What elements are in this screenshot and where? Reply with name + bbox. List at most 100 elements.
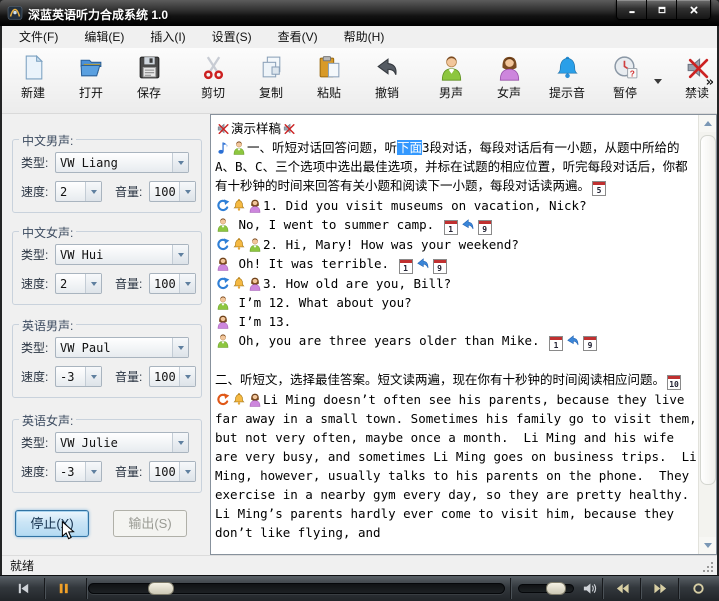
progress-slider-thumb[interactable] <box>148 582 174 595</box>
editor-scrollbar[interactable] <box>698 115 716 554</box>
editor-text-area[interactable]: 演示样稿一、听短对话回答问题，听下面3段对话，每段对话后有一小题，从题中所给的A… <box>210 114 717 555</box>
close-button[interactable] <box>676 0 710 19</box>
english-female-title: 英语女声: <box>19 412 76 429</box>
chinese-male-volume-select-value: 100 <box>150 182 179 201</box>
voice-panel-english-male: 英语男声:类型:VW Paul速度:-3音量:100 <box>12 324 202 398</box>
dropdown-arrow-icon[interactable] <box>172 433 188 452</box>
status-text: 就绪 <box>2 559 34 573</box>
dropdown-arrow-icon[interactable] <box>172 245 188 264</box>
dropdown-arrow-icon[interactable] <box>172 153 188 172</box>
chinese-male-speed-select[interactable]: 2 <box>55 181 102 202</box>
dropdown-arrow-icon[interactable] <box>179 274 195 293</box>
toolbar-copy-button[interactable]: 复制 <box>242 51 300 101</box>
player-speaker-button[interactable] <box>578 578 600 598</box>
toolbar-undo-button[interactable]: 撤销 <box>358 51 416 101</box>
volume-slider-thumb[interactable] <box>546 582 566 595</box>
chinese-female-type-select[interactable]: VW Hui <box>55 244 189 265</box>
pause-tag-value: 10 <box>668 380 680 389</box>
menu-item-help[interactable]: 帮助(H) <box>331 26 398 48</box>
chinese-male-volume-select[interactable]: 100 <box>149 181 196 202</box>
chinese-male-type-label: 类型: <box>21 154 55 171</box>
scrollbar-thumb[interactable] <box>700 135 716 485</box>
dropdown-arrow-icon[interactable] <box>179 367 195 386</box>
pause-tag: 5 <box>592 181 606 196</box>
english-male-type-select[interactable]: VW Paul <box>55 337 189 358</box>
player-skip-start-button[interactable] <box>10 578 36 598</box>
toolbar-prompt-sound-button[interactable]: 提示音 <box>538 51 596 101</box>
dropdown-arrow-icon[interactable] <box>179 462 195 481</box>
stop-button[interactable]: 停止(X) <box>15 510 89 537</box>
toolbar-save-button[interactable]: 保存 <box>120 51 178 101</box>
paragraph: 1. Did you visit museums on vacation, Ni… <box>215 196 697 215</box>
toolbar-new-label: 新建 <box>8 84 58 101</box>
repeat-blue-icon <box>216 237 230 252</box>
english-male-speed-select-value: -3 <box>56 367 85 386</box>
scroll-down-button[interactable] <box>699 537 716 554</box>
paragraph: I’m 12. What about you? <box>215 293 697 312</box>
english-female-volume-select[interactable]: 100 <box>149 461 196 482</box>
paragraph: Oh, you are three years older than Mike.… <box>215 331 697 351</box>
player-separator <box>44 578 45 599</box>
person-female-icon <box>248 198 262 213</box>
dropdown-arrow-icon[interactable] <box>85 274 101 293</box>
player-pause-button[interactable] <box>50 578 76 598</box>
minimize-button[interactable] <box>617 0 646 19</box>
text-run: 1. Did you visit museums on vacation, Ni… <box>263 198 587 213</box>
toolbar-new-button[interactable]: 新建 <box>4 51 62 101</box>
new-file-icon <box>20 54 47 81</box>
toolbar-pause-dropdown[interactable] <box>654 51 662 93</box>
dropdown-arrow-icon[interactable] <box>85 182 101 201</box>
progress-slider[interactable] <box>88 583 505 594</box>
undo-blue-icon <box>461 217 475 232</box>
player-separator <box>602 578 603 599</box>
volume-slider[interactable] <box>518 584 574 593</box>
text-run: 3. How old are you, Bill? <box>263 276 451 291</box>
chinese-male-type-select[interactable]: VW Liang <box>55 152 189 173</box>
paragraph: 3. How old are you, Bill? <box>215 274 697 293</box>
scroll-up-button[interactable] <box>699 115 716 132</box>
english-male-speed-select[interactable]: -3 <box>55 366 102 387</box>
toolbar-male-voice-button[interactable]: 男声 <box>422 51 480 101</box>
bell-blue-icon <box>554 54 581 81</box>
chinese-female-speed-select-value: 2 <box>56 274 85 293</box>
bell-gold-icon <box>232 392 246 407</box>
dropdown-arrow-icon[interactable] <box>85 367 101 386</box>
english-female-type-select[interactable]: VW Julie <box>55 432 189 453</box>
menu-item-edit[interactable]: 编辑(E) <box>71 26 137 48</box>
english-female-speed-select[interactable]: -3 <box>55 461 102 482</box>
svg-text:?: ? <box>629 68 634 78</box>
player-separator <box>510 578 511 599</box>
maximize-button[interactable] <box>646 0 676 19</box>
dropdown-arrow-icon[interactable] <box>85 462 101 481</box>
toolbar-female-voice-button[interactable]: 女声 <box>480 51 538 101</box>
mute-icon <box>216 121 230 136</box>
chinese-male-type-select-value: VW Liang <box>56 153 172 172</box>
chinese-male-speed-label: 速度: <box>21 183 55 200</box>
player-rewind-button[interactable] <box>608 578 636 598</box>
dropdown-arrow-icon[interactable] <box>179 182 195 201</box>
english-male-volume-select[interactable]: 100 <box>149 366 196 387</box>
toolbar-cut-button[interactable]: 剪切 <box>184 51 242 101</box>
pause-tag-value: 1 <box>550 341 562 350</box>
chinese-female-type-select-value: VW Hui <box>56 245 172 264</box>
chinese-female-speed-select[interactable]: 2 <box>55 273 102 294</box>
toolbar-pause-button[interactable]: ?暂停 <box>596 51 654 101</box>
app-window: 深蓝英语听力合成系统 1.0 文件(F)编辑(E)插入(I)设置(S)查看(V)… <box>0 0 719 601</box>
toolbar-open-button[interactable]: 打开 <box>62 51 120 101</box>
paste-icon <box>316 54 343 81</box>
chinese-female-volume-select[interactable]: 100 <box>149 273 196 294</box>
menu-item-view[interactable]: 查看(V) <box>265 26 331 48</box>
player-record-button[interactable] <box>684 578 712 598</box>
player-fast-forward-button[interactable] <box>646 578 674 598</box>
output-button[interactable]: 输出(S) <box>113 510 187 537</box>
dropdown-arrow-icon[interactable] <box>172 338 188 357</box>
editor-content[interactable]: 演示样稿一、听短对话回答问题，听下面3段对话，每段对话后有一小题，从题中所给的A… <box>211 115 699 554</box>
resize-grip[interactable] <box>711 570 713 572</box>
toolbar-overflow-chevron[interactable]: » <box>706 75 714 90</box>
player-separator <box>86 578 87 599</box>
person-male-icon <box>216 295 230 310</box>
menu-item-file[interactable]: 文件(F) <box>6 26 71 48</box>
menu-item-settings[interactable]: 设置(S) <box>199 26 265 48</box>
toolbar-paste-button[interactable]: 粘贴 <box>300 51 358 101</box>
menu-item-insert[interactable]: 插入(I) <box>137 26 198 48</box>
